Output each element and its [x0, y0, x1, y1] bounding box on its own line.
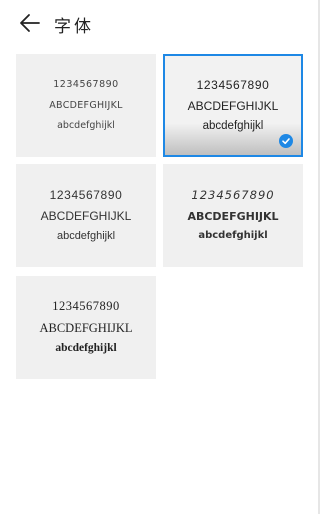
font-sample-digits: 1234567890	[196, 77, 270, 92]
selected-check-icon	[279, 134, 293, 148]
font-sample-digits: 1234567890	[191, 188, 275, 203]
font-sample-uppercase: ABCDEFGHIJKL	[187, 209, 279, 223]
font-sample-lowercase: abcdefghijkl	[202, 119, 264, 132]
font-card-3[interactable]: 1234567890 ABCDEFGHIJKL abcdefghijkl	[16, 164, 156, 267]
font-card-2[interactable]: 1234567890 ABCDEFGHIJKL abcdefghijkl	[163, 54, 303, 157]
font-sample-lowercase: abcdefghijkl	[198, 229, 268, 241]
font-sample-digits: 1234567890	[53, 79, 119, 91]
font-card-5[interactable]: 1234567890 ABCDEFGHIJKL abcdefghijkl	[16, 276, 156, 379]
font-sample-uppercase: ABCDEFGHIJKL	[187, 98, 279, 113]
font-sample-uppercase: ABCDEFGHIJKL	[39, 320, 133, 335]
page-title: 字体	[54, 17, 94, 37]
font-card-4[interactable]: 1234567890 ABCDEFGHIJKL abcdefghijkl	[163, 164, 303, 267]
font-sample-digits: 1234567890	[52, 299, 120, 314]
font-sample-digits: 1234567890	[49, 188, 123, 202]
font-sample-lowercase: abcdefghijkl	[55, 342, 117, 355]
font-card-1[interactable]: 1234567890 ABCDEFGHIJKL abcdefghijkl	[16, 54, 156, 157]
font-sample-lowercase: abcdefghijkl	[56, 230, 116, 242]
font-sample-uppercase: ABCDEFGHIJKL	[49, 99, 123, 111]
app-header: 字体	[0, 0, 320, 46]
arrow-left-icon	[20, 14, 40, 32]
back-button[interactable]	[18, 11, 42, 35]
font-sample-uppercase: ABCDEFGHIJKL	[40, 209, 132, 223]
font-sample-lowercase: abcdefghijkl	[57, 120, 115, 132]
